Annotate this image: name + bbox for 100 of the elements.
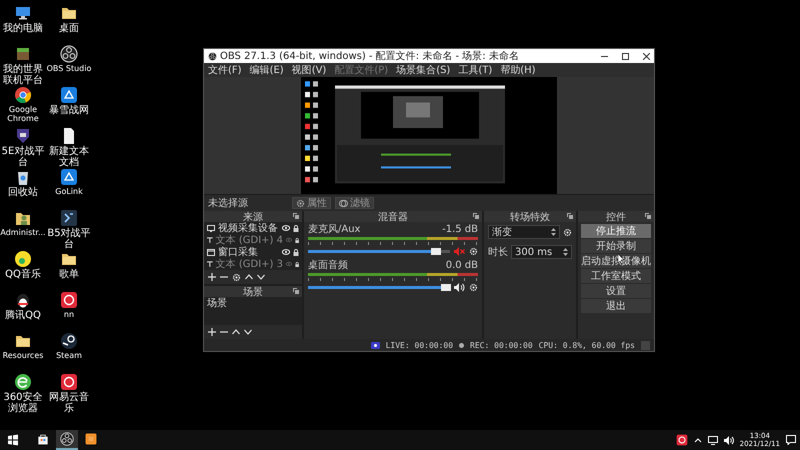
- notification-icon[interactable]: [786, 435, 796, 445]
- spinner-arrows-icon[interactable]: [551, 228, 556, 236]
- control-button[interactable]: 停止推流: [581, 224, 651, 238]
- spinner-arrows-icon[interactable]: [563, 248, 568, 256]
- dock-title: 混音器: [378, 210, 408, 224]
- penguin-icon[interactable]: [14, 291, 32, 309]
- desktop-icon-label[interactable]: nn: [64, 310, 74, 319]
- source-item[interactable]: 文本 (GDI+) 3: [216, 257, 284, 271]
- desktop-icon-label[interactable]: GoLink: [55, 187, 83, 196]
- desktop-icon-label[interactable]: Google Chrome: [0, 105, 46, 123]
- menu-item[interactable]: 场景集合(S): [396, 63, 450, 77]
- app-tile-icon[interactable]: [60, 291, 78, 309]
- volume-slider[interactable]: [308, 286, 450, 289]
- volume-slider[interactable]: [308, 250, 450, 253]
- app-tile-icon[interactable]: [60, 209, 78, 227]
- desktop-icon-label[interactable]: 桌面: [59, 23, 79, 34]
- dock-title: 转场特效: [510, 210, 550, 224]
- steam-logo-icon[interactable]: [60, 332, 78, 350]
- app-tile-icon: [84, 432, 98, 446]
- add-icon[interactable]: [208, 273, 216, 281]
- menu-item[interactable]: 帮助(H): [500, 63, 536, 77]
- desktop-icon-label[interactable]: QQ音乐: [5, 269, 41, 280]
- music-note-icon[interactable]: [14, 250, 32, 268]
- desktop-icon-label[interactable]: 网易云音乐: [46, 392, 92, 414]
- dock-title: 控件: [606, 210, 626, 224]
- desktop-icon-label[interactable]: B5对战平台: [46, 228, 92, 250]
- control-button[interactable]: 工作室模式: [581, 269, 651, 283]
- shopping-bag-icon: [36, 432, 50, 446]
- control-button[interactable]: 退出: [581, 299, 651, 313]
- source-item[interactable]: 视频采集设备: [218, 221, 279, 235]
- lock-icon[interactable]: [293, 224, 299, 232]
- menu-item[interactable]: 编辑(E): [250, 63, 284, 77]
- desktop-icon-label[interactable]: Administr...: [0, 228, 46, 237]
- lock-icon[interactable]: [293, 248, 299, 256]
- text-t-icon: [207, 236, 213, 244]
- cpu-fps-text: CPU: 0.8%, 60.00 fps: [538, 340, 635, 350]
- channel-reading: 0.0 dB: [446, 260, 478, 271]
- channel-name: 麦克风/Aux: [308, 224, 360, 235]
- source-item[interactable]: 文本 (GDI+) 4: [216, 233, 284, 247]
- desktop-icon-label[interactable]: Steam: [56, 351, 82, 360]
- desktop-icon-label[interactable]: 新建文本文档: [46, 146, 92, 168]
- desktop-icon-label[interactable]: 360安全浏览器: [0, 392, 46, 414]
- move-up-icon[interactable]: [245, 274, 253, 280]
- speaker-icon[interactable]: [724, 436, 734, 444]
- window-title: OBS 27.1.3 (64-bit, windows) - 配置文件: 未命名 - 场景: 未命名: [220, 50, 520, 63]
- move-down-icon[interactable]: [244, 329, 252, 335]
- move-up-icon[interactable]: [232, 329, 240, 335]
- block-icon[interactable]: [14, 45, 32, 63]
- taskbar-app[interactable]: [56, 430, 78, 450]
- app-tile-icon[interactable]: [60, 168, 78, 186]
- desktop-icon-label[interactable]: 我的世界联机平台: [0, 64, 46, 86]
- network-icon[interactable]: [708, 436, 718, 444]
- desktop-icon-label[interactable]: 腾讯QQ: [5, 310, 41, 321]
- lock-icon[interactable]: [294, 236, 299, 244]
- dock-float-icon[interactable]: [567, 213, 573, 219]
- desktop-icon-label[interactable]: 5E对战平台: [0, 146, 46, 168]
- desktop-icon-label[interactable]: 我的电脑: [3, 23, 43, 34]
- record-dot-icon: [459, 342, 464, 348]
- desktop-icon-label[interactable]: 歌单: [59, 269, 79, 280]
- dock-float-icon[interactable]: [473, 213, 479, 219]
- browser-e-icon[interactable]: [14, 373, 32, 391]
- menu-item[interactable]: 文件(F): [208, 63, 242, 77]
- desktop-icon-label[interactable]: Resources: [2, 351, 44, 360]
- chevron-up-icon[interactable]: [694, 437, 702, 443]
- add-icon[interactable]: [208, 328, 216, 336]
- no-source-selected-text: 未选择源: [208, 196, 249, 210]
- close-icon[interactable]: [643, 52, 650, 60]
- channel-name: 桌面音频: [308, 260, 348, 271]
- desktop-icon-label[interactable]: OBS Studio: [46, 64, 92, 73]
- shield-icon[interactable]: [14, 127, 32, 145]
- menu-item[interactable]: 视图(V): [292, 63, 326, 77]
- transition-select[interactable]: 渐变: [488, 225, 560, 239]
- dock-float-icon[interactable]: [645, 213, 651, 219]
- move-down-icon[interactable]: [257, 274, 265, 280]
- speaker-icon[interactable]: [454, 283, 465, 292]
- live-timer: LIVE: 00:00:00: [386, 340, 454, 350]
- obs-logo-icon: [208, 52, 217, 60]
- lock-icon[interactable]: [294, 260, 299, 268]
- app-tile-icon[interactable]: [60, 373, 78, 391]
- control-button[interactable]: 开始录制: [581, 239, 651, 253]
- gear-icon[interactable]: [296, 198, 305, 208]
- chrome-logo-icon[interactable]: [14, 86, 32, 104]
- filter-icon: [339, 198, 348, 208]
- monitor-icon[interactable]: [14, 4, 32, 22]
- source-toolbar-button[interactable]: 滤镜: [335, 197, 374, 209]
- dock-float-icon[interactable]: [293, 213, 299, 219]
- source-item[interactable]: 窗口采集: [218, 245, 279, 259]
- dock-title: 来源: [243, 210, 263, 222]
- duration-field[interactable]: 300 ms: [511, 245, 572, 259]
- status-square-icon: [641, 340, 650, 350]
- maximize-icon[interactable]: [622, 52, 629, 60]
- dock-float-icon[interactable]: [293, 288, 299, 294]
- source-toolbar-button[interactable]: 属性: [292, 197, 331, 209]
- rec-timer: REC: 00:00:00: [470, 340, 533, 350]
- desktop-icon-label[interactable]: 回收站: [8, 187, 38, 198]
- obs-logo-icon[interactable]: [60, 45, 78, 63]
- desktop-icon-label[interactable]: 暴雪战网: [49, 105, 89, 116]
- control-button[interactable]: 设置: [581, 284, 651, 298]
- app-tile-icon[interactable]: [60, 86, 78, 104]
- menu-item[interactable]: 工具(T): [458, 63, 492, 77]
